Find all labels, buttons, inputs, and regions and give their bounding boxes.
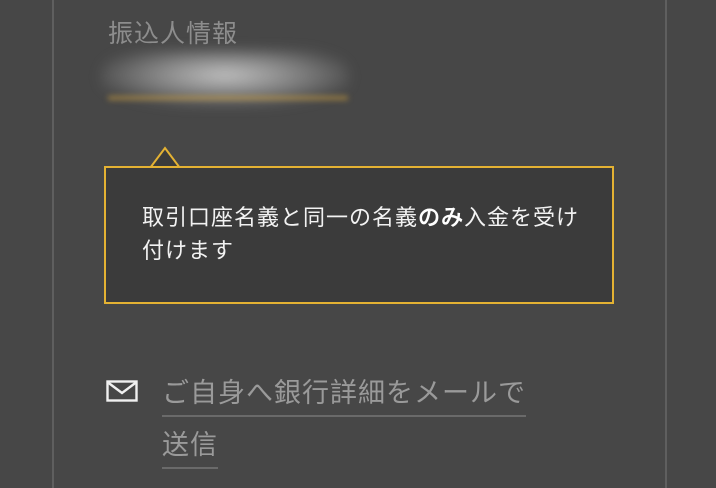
payer-info-label: 振込人情報 (108, 19, 239, 48)
name-restriction-tooltip: 取引口座名義と同一の名義のみ入金を受け付けます (104, 166, 614, 304)
deposit-screen: 振込人情報 取引口座名義と同一の名義のみ入金を受け付けます ご自身へ銀行詳細をメ… (0, 0, 716, 488)
blurred-payer-name-underline (108, 96, 348, 100)
email-link-line1[interactable]: ご自身へ銀行詳細をメールで (162, 378, 526, 417)
tooltip-text-part1: 取引口座名義と同一の名義 (142, 206, 419, 231)
tooltip-message: 取引口座名義と同一の名義のみ入金を受け付けます (142, 202, 582, 268)
tooltip-text-emphasis: のみ (418, 206, 465, 231)
envelope-icon[interactable] (106, 380, 138, 402)
right-divider (665, 0, 667, 488)
left-divider (52, 0, 54, 488)
email-bank-details-link[interactable]: ご自身へ銀行詳細をメールで 送信 (162, 368, 562, 472)
email-link-line2[interactable]: 送信 (162, 430, 218, 469)
